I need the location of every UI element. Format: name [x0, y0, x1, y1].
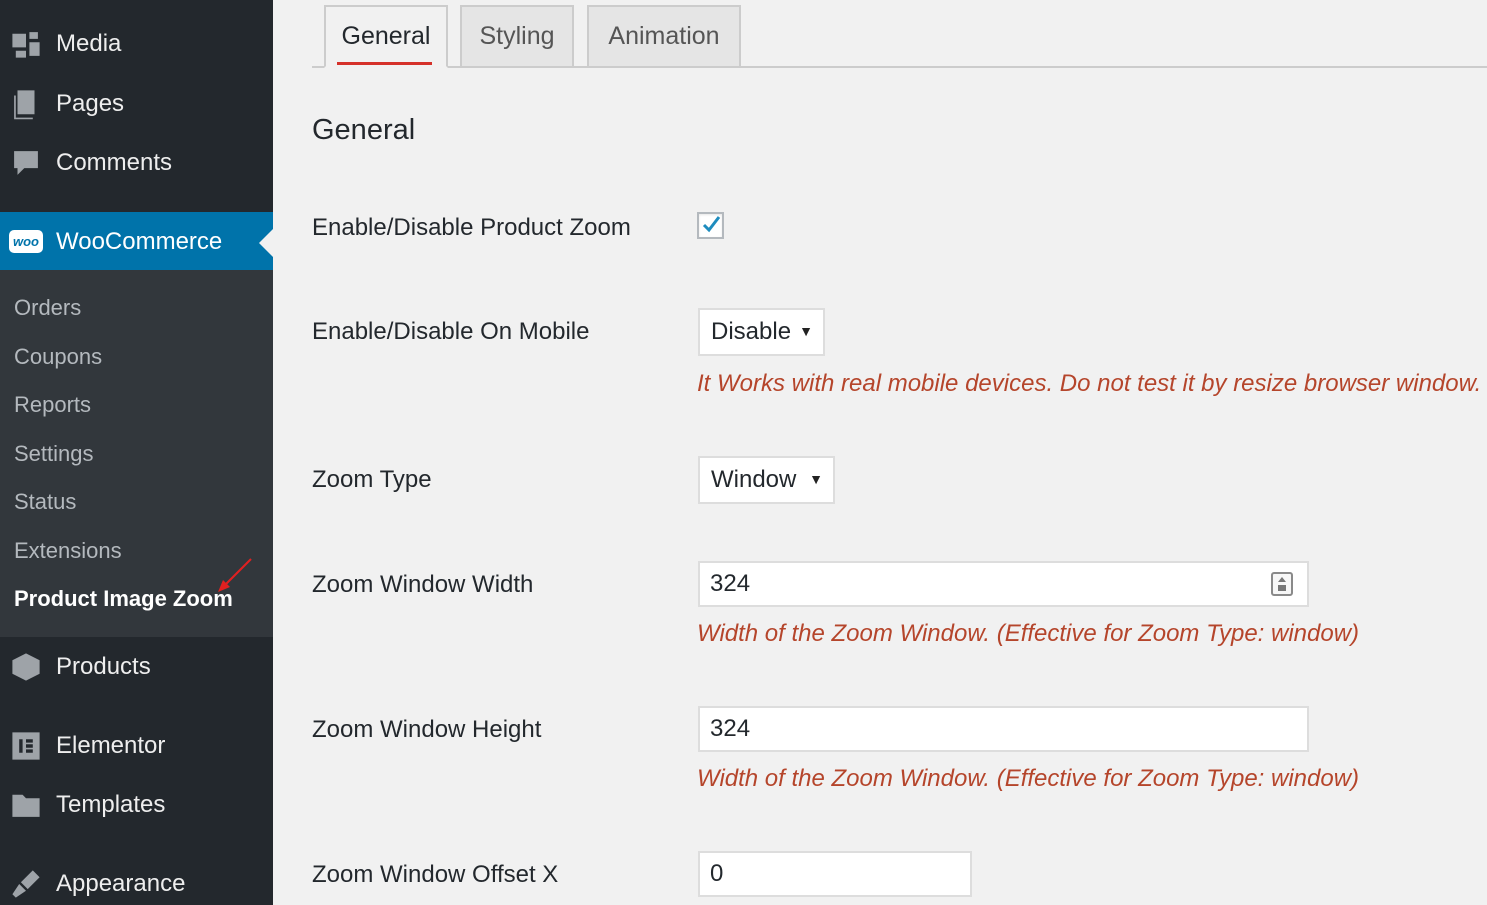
dropdown-caret-icon: ▼	[799, 323, 813, 339]
sidebar-item-label: WooCommerce	[56, 227, 223, 255]
active-tab-underline	[337, 62, 432, 65]
sidebar-item-woocommerce[interactable]: woo WooCommerce	[0, 212, 273, 271]
submenu-item-status[interactable]: Status	[14, 489, 76, 515]
submenu-item-settings[interactable]: Settings	[14, 441, 94, 467]
dropdown-caret-icon: ▼	[809, 471, 823, 487]
offset-x-label: Zoom Window Offset X	[312, 861, 559, 888]
window-height-description: Width of the Zoom Window. (Effective for…	[697, 765, 1360, 792]
window-height-label: Zoom Window Height	[312, 716, 542, 743]
window-width-label: Zoom Window Width	[312, 571, 534, 598]
tab-styling[interactable]: Styling	[460, 5, 574, 68]
sidebar-item-label: Appearance	[56, 870, 186, 897]
on-mobile-label: Enable/Disable On Mobile	[312, 318, 590, 345]
active-indicator-arrow	[259, 229, 273, 257]
sidebar-item-label: Pages	[56, 90, 125, 117]
on-mobile-description: It Works with real mobile devices. Do no…	[697, 370, 1482, 397]
sidebar-item-label: Comments	[56, 149, 173, 176]
product-zoom-label: Enable/Disable Product Zoom	[312, 214, 631, 241]
red-arrow-annotation	[218, 558, 252, 592]
sidebar-item-templates[interactable]: Templates	[0, 778, 273, 832]
submenu-item-coupons[interactable]: Coupons	[14, 344, 102, 370]
window-width-input[interactable]: 324	[698, 561, 1309, 607]
offset-x-value: 0	[710, 860, 724, 887]
sidebar-item-label: Products	[56, 653, 151, 680]
product-zoom-checkbox[interactable]	[697, 212, 724, 239]
admin-sidebar: Media Pages Comments woo WooCommerce Ord…	[0, 0, 273, 905]
window-height-input[interactable]: 324	[698, 706, 1309, 752]
zoom-type-select-value: Window	[711, 466, 797, 493]
sidebar-item-elementor[interactable]: Elementor	[0, 719, 273, 773]
elementor-icon	[6, 726, 46, 766]
submenu-item-extensions[interactable]: Extensions	[14, 538, 122, 564]
woocommerce-icon: woo	[6, 222, 46, 262]
sidebar-item-media[interactable]: Media	[0, 17, 273, 71]
templates-icon	[6, 785, 46, 825]
window-height-value: 324	[710, 715, 751, 742]
spinner-icon[interactable]	[1271, 572, 1293, 596]
window-width-description: Width of the Zoom Window. (Effective for…	[697, 620, 1360, 647]
sidebar-item-appearance[interactable]: Appearance	[0, 857, 273, 905]
offset-x-input[interactable]: 0	[698, 851, 972, 897]
media-icon	[6, 24, 46, 64]
sidebar-item-pages[interactable]: Pages	[0, 77, 273, 131]
sidebar-item-products[interactable]: Products	[0, 640, 273, 694]
sidebar-item-comments[interactable]: Comments	[0, 136, 273, 190]
pages-icon	[6, 84, 46, 124]
zoom-type-label: Zoom Type	[312, 466, 432, 493]
tab-general[interactable]: General	[324, 5, 448, 68]
submenu-item-reports[interactable]: Reports	[14, 392, 91, 418]
zoom-type-select[interactable]: Window ▼	[698, 456, 835, 504]
submenu-item-orders[interactable]: Orders	[14, 295, 81, 321]
comments-icon	[6, 143, 46, 183]
window-width-value: 324	[710, 570, 751, 597]
sidebar-item-label: Templates	[56, 791, 166, 818]
section-title: General	[312, 114, 416, 146]
appearance-icon	[6, 864, 46, 904]
sidebar-item-label: Elementor	[56, 732, 166, 759]
sidebar-item-label: Media	[56, 30, 122, 57]
tab-animation[interactable]: Animation	[587, 5, 741, 68]
on-mobile-select[interactable]: Disable ▼	[698, 308, 825, 356]
checkmark-icon	[702, 216, 721, 233]
submenu-item-product-image-zoom[interactable]: Product Image Zoom	[14, 586, 233, 612]
products-icon	[6, 647, 46, 687]
on-mobile-select-value: Disable	[711, 318, 792, 345]
